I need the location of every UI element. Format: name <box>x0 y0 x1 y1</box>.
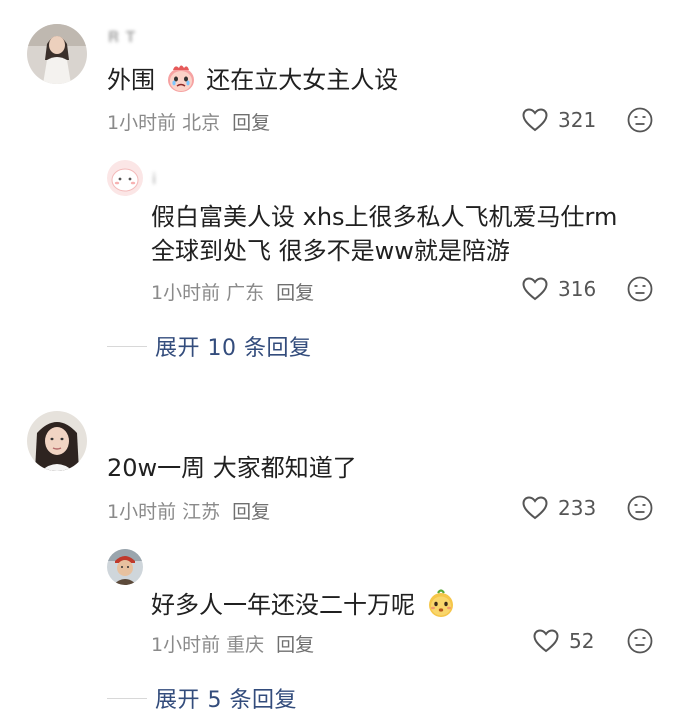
reply-avatar[interactable] <box>107 549 143 585</box>
reply-like-button[interactable]: 52 <box>533 626 594 656</box>
heart-icon <box>533 629 559 653</box>
comment-location: 江苏 <box>182 501 221 523</box>
avatar-image <box>27 411 87 471</box>
comment-meta: 1小时前 江苏 回复 <box>107 497 276 524</box>
reply-time: 1小时前 <box>151 634 221 656</box>
reply-location: 重庆 <box>226 634 265 656</box>
reply-text-content: 好多人一年还没二十万呢 <box>151 591 415 619</box>
like-button[interactable]: 233 <box>522 493 596 523</box>
reply-button[interactable]: 回复 <box>232 501 270 523</box>
like-count: 233 <box>558 496 597 520</box>
heart-icon <box>522 496 548 520</box>
comment-time: 1小时前 <box>107 501 177 523</box>
expand-divider <box>107 697 147 699</box>
reply-meta: 1小时前 重庆 回复 <box>151 630 320 657</box>
expand-replies-button[interactable]: 展开 5 条回复 <box>107 682 297 714</box>
avatar[interactable] <box>27 411 87 471</box>
reply-text: 好多人一年还没二十万呢 <box>151 587 459 623</box>
dislike-face-icon[interactable] <box>627 628 653 654</box>
smiling-blob-emoji-icon <box>428 589 453 617</box>
comment-item: 20w一周 大家都知道了 1小时前江苏回复 233 好多人一年还没二十万呢 <box>0 0 690 714</box>
reply-avatar-image <box>107 549 143 585</box>
dislike-face-icon[interactable] <box>627 495 653 521</box>
reply-like-count: 52 <box>569 629 595 653</box>
reply-reply-button[interactable]: 回复 <box>276 634 314 656</box>
comment-text: 20w一周 大家都知道了 <box>107 454 357 482</box>
expand-replies-label: 展开 5 条回复 <box>155 688 297 713</box>
